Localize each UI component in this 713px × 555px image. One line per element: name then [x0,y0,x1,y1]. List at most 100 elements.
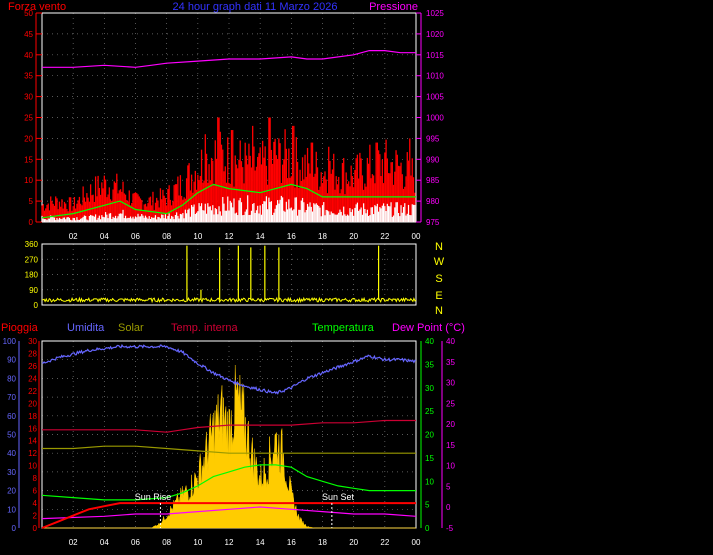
rain-y-tick-label: 20 [28,399,37,408]
wind-x-tick-label: 04 [100,232,109,241]
humidity-y-tick-label: 20 [7,487,16,496]
dew-y-tick-label: 5 [446,482,451,491]
rain-y-tick-label: 24 [28,374,37,383]
solar-label: Solar [118,322,144,334]
env-x-tick-label: 18 [318,538,327,547]
rain-y-tick-label: 12 [28,449,37,458]
compass-e: E [435,290,442,302]
env-x-tick-label: 20 [349,538,358,547]
pressure-y-tick-label: 995 [426,134,440,143]
chart-title: 24 hour graph dati 11 Marzo 2026 [173,1,338,13]
dew-y-tick-label: 25 [446,399,455,408]
dew-y-tick-label: 30 [446,379,455,388]
rain-y-tick-label: 8 [33,474,38,483]
env-x-tick-label: 14 [256,538,265,547]
wind-x-tick-label: 08 [162,232,171,241]
rain-y-tick-label: 30 [28,337,37,346]
humidity-y-tick-label: 30 [7,468,16,477]
wind-y-tick-label: 10 [24,176,33,185]
rain-y-tick-label: 0 [33,524,38,533]
rain-y-tick-label: 26 [28,362,37,371]
dew-y-tick-label: 10 [446,462,455,471]
wind-x-tick-label: 02 [69,232,78,241]
direction-y-tick-label: 90 [29,286,38,295]
dew-y-tick-label: 0 [446,503,451,512]
wind-x-tick-label: 16 [287,232,296,241]
rain-y-tick-label: 16 [28,424,37,433]
wind-speed-label: Forza vento [8,1,66,13]
env-x-tick-label: 12 [225,538,234,547]
temperature-y-tick-label: 10 [425,477,434,486]
temperature-label: Temperatura [312,322,375,334]
rain-y-tick-label: 10 [28,462,37,471]
humidity-y-tick-label: 40 [7,449,16,458]
temperature-y-tick-label: 20 [425,431,434,440]
pressure-y-tick-label: 980 [426,197,440,206]
wind-y-tick-label: 20 [24,134,33,143]
wind-y-tick-label: 30 [24,93,33,102]
wind-x-tick-label: 12 [225,232,234,241]
humidity-y-tick-label: 0 [12,524,17,533]
pressure-y-tick-label: 1000 [426,114,444,123]
direction-y-tick-label: 270 [25,255,39,264]
dew-y-tick-label: 35 [446,358,455,367]
temperature-y-tick-label: 0 [425,524,430,533]
wind-x-tick-label: 20 [349,232,358,241]
wind-x-tick-label: 22 [380,232,389,241]
wind-x-tick-label: 00 [412,232,421,241]
pressure-y-tick-label: 1005 [426,93,444,102]
internal-temp-label: Temp. interna [171,322,239,334]
wind-y-tick-label: 0 [29,218,34,227]
compass-w: W [434,256,445,268]
temperature-y-tick-label: 15 [425,454,434,463]
wind-y-tick-label: 25 [24,114,33,123]
dew-point-label: Dew Point (°C) [392,322,465,334]
wind-x-tick-label: 06 [131,232,140,241]
env-x-tick-label: 06 [131,538,140,547]
dew-y-tick-label: 20 [446,420,455,429]
rain-y-tick-label: 6 [33,487,38,496]
direction-y-tick-label: 180 [25,271,39,280]
rain-y-tick-label: 4 [33,499,38,508]
wind-y-tick-label: 35 [24,72,33,81]
env-x-tick-label: 16 [287,538,296,547]
pressure-y-tick-label: 1020 [426,30,444,39]
pressure-y-tick-label: 1015 [426,51,444,60]
temperature-y-tick-label: 25 [425,407,434,416]
env-x-tick-label: 08 [162,538,171,547]
pressure-y-tick-label: 975 [426,218,440,227]
compass-n-bottom: N [435,305,443,317]
humidity-y-tick-label: 50 [7,431,16,440]
dew-y-tick-label: -5 [446,524,454,533]
temperature-y-tick-label: 5 [425,501,430,510]
env-x-tick-label: 22 [380,538,389,547]
direction-y-tick-label: 0 [34,301,39,310]
humidity-y-tick-label: 80 [7,374,16,383]
direction-y-tick-label: 360 [25,240,39,249]
sun-set-annotation: Sun Set [322,492,355,502]
humidity-y-tick-label: 100 [3,337,17,346]
pressure-y-tick-label: 990 [426,155,440,164]
rain-y-tick-label: 22 [28,387,37,396]
wind-x-tick-label: 10 [193,232,202,241]
rain-y-tick-label: 18 [28,412,37,421]
humidity-y-tick-label: 70 [7,393,16,402]
humidity-y-tick-label: 10 [7,505,16,514]
pressure-y-tick-label: 1025 [426,9,444,18]
humidity-y-tick-label: 60 [7,412,16,421]
wind-x-tick-label: 18 [318,232,327,241]
temperature-y-tick-label: 35 [425,360,434,369]
wind-y-tick-label: 5 [29,197,34,206]
compass-s: S [435,273,442,285]
env-x-tick-label: 10 [193,538,202,547]
humidity-label: Umidita [67,322,105,334]
rain-y-tick-label: 28 [28,349,37,358]
wind-y-tick-label: 45 [24,30,33,39]
env-x-tick-label: 04 [100,538,109,547]
wind-direction-line [41,296,417,304]
weather-chart: 0510152025303540455097598098599099510001… [1,1,465,547]
env-x-tick-label: 00 [412,538,421,547]
dew-y-tick-label: 40 [446,337,455,346]
env-x-tick-label: 02 [69,538,78,547]
rain-label: Pioggia [1,322,39,334]
